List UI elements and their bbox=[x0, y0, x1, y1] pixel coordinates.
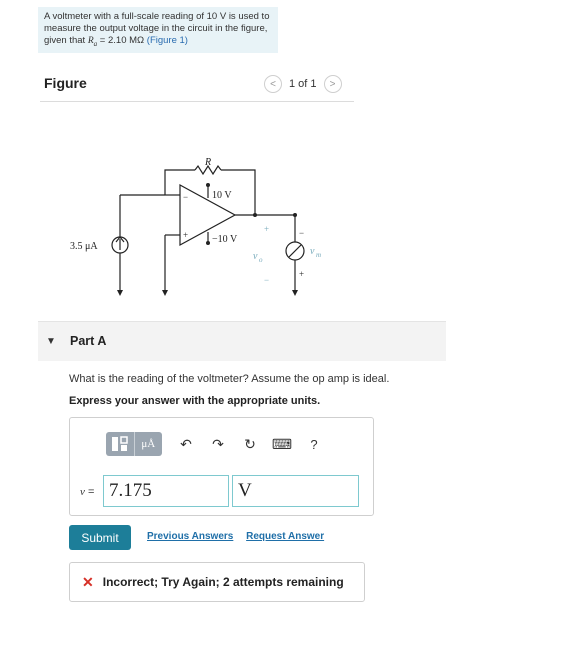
problem-line-3: given that Ra = 2.10 MΩ (Figure 1) bbox=[44, 35, 272, 50]
templates-button[interactable]: μÅ bbox=[106, 432, 162, 456]
problem-statement: A voltmeter with a full-scale reading of… bbox=[38, 7, 278, 53]
output-minus-sign: − bbox=[264, 275, 269, 285]
figure-title: Figure bbox=[44, 75, 87, 91]
units-icon[interactable]: μÅ bbox=[133, 432, 163, 456]
answer-unit-field[interactable]: V bbox=[232, 475, 359, 507]
feedback-message: Incorrect; Try Again; 2 attempts remaini… bbox=[102, 575, 344, 589]
figure-link[interactable]: (Figure 1) bbox=[147, 35, 188, 46]
output-voltage-subscript: o bbox=[259, 256, 263, 264]
meter-plus-sign: + bbox=[299, 269, 304, 279]
resistor-label: R bbox=[204, 157, 211, 168]
collapse-triangle-icon[interactable]: ▼ bbox=[46, 336, 56, 347]
part-a-label: Part A bbox=[70, 334, 107, 348]
ground-arrow-opamp bbox=[162, 290, 168, 296]
answer-links: Previous Answers Request Answer bbox=[147, 531, 334, 542]
keyboard-icon[interactable]: ⌨ bbox=[270, 432, 294, 456]
answer-variable-label: v = bbox=[80, 486, 94, 498]
problem-line-1: A voltmeter with a full-scale reading of… bbox=[44, 11, 270, 22]
figure-divider bbox=[40, 101, 354, 102]
resistance-value: = 2.10 MΩ bbox=[97, 35, 145, 46]
meter-subscript: m bbox=[316, 251, 321, 259]
problem-given-text: given that bbox=[44, 35, 86, 46]
current-source-label: 3.5 μA bbox=[70, 241, 98, 252]
output-node bbox=[253, 213, 257, 217]
negative-supply-node bbox=[206, 241, 210, 245]
circuit-diagram: 3.5 μA R 10 V −10 V − + + v o − v m − + bbox=[70, 157, 321, 296]
output-voltage-label: v bbox=[253, 251, 258, 262]
noninverting-input-sign: + bbox=[183, 230, 188, 240]
incorrect-icon: ✕ bbox=[82, 573, 94, 590]
reset-icon[interactable]: ↻ bbox=[238, 432, 262, 456]
meter-node bbox=[293, 213, 297, 217]
part-a-header[interactable]: ▼ Part A bbox=[38, 321, 446, 361]
feedback-box: ✕ Incorrect; Try Again; 2 attempts remai… bbox=[69, 562, 365, 602]
submit-button[interactable]: Submit bbox=[69, 525, 131, 550]
meter-minus-sign: − bbox=[299, 228, 304, 238]
help-icon[interactable]: ? bbox=[302, 432, 326, 456]
output-plus-sign: + bbox=[264, 224, 269, 234]
question-text: What is the reading of the voltmeter? As… bbox=[69, 373, 390, 385]
negative-supply-label: −10 V bbox=[212, 234, 238, 245]
undo-icon[interactable]: ↶ bbox=[174, 432, 198, 456]
prev-figure-button[interactable]: < bbox=[264, 75, 282, 93]
ground-arrow-meter bbox=[292, 290, 298, 296]
answer-equals: = bbox=[84, 486, 95, 498]
positive-supply-node bbox=[206, 183, 210, 187]
request-answer-link[interactable]: Request Answer bbox=[246, 531, 324, 542]
answer-value-field[interactable]: 7.175 bbox=[103, 475, 229, 507]
previous-answers-link[interactable]: Previous Answers bbox=[147, 531, 233, 542]
ground-arrow-left bbox=[117, 290, 123, 296]
math-toolbar: μÅ ↶ ↷ ↻ ⌨ ? bbox=[106, 432, 326, 456]
answer-instructions: Express your answer with the appropriate… bbox=[69, 395, 321, 407]
inverting-input-sign: − bbox=[183, 192, 188, 202]
meter-label: v bbox=[310, 246, 315, 257]
figure-pager: < 1 of 1 > bbox=[264, 75, 342, 93]
problem-line-2: measure the output voltage in the circui… bbox=[44, 23, 268, 34]
figure-page-indicator: 1 of 1 bbox=[289, 78, 317, 90]
redo-icon[interactable]: ↷ bbox=[206, 432, 230, 456]
positive-supply-label: 10 V bbox=[212, 190, 232, 201]
templates-icon[interactable] bbox=[106, 432, 134, 456]
answer-box: μÅ ↶ ↷ ↻ ⌨ ? v = 7.175 V bbox=[69, 417, 374, 516]
next-figure-button[interactable]: > bbox=[323, 75, 342, 93]
